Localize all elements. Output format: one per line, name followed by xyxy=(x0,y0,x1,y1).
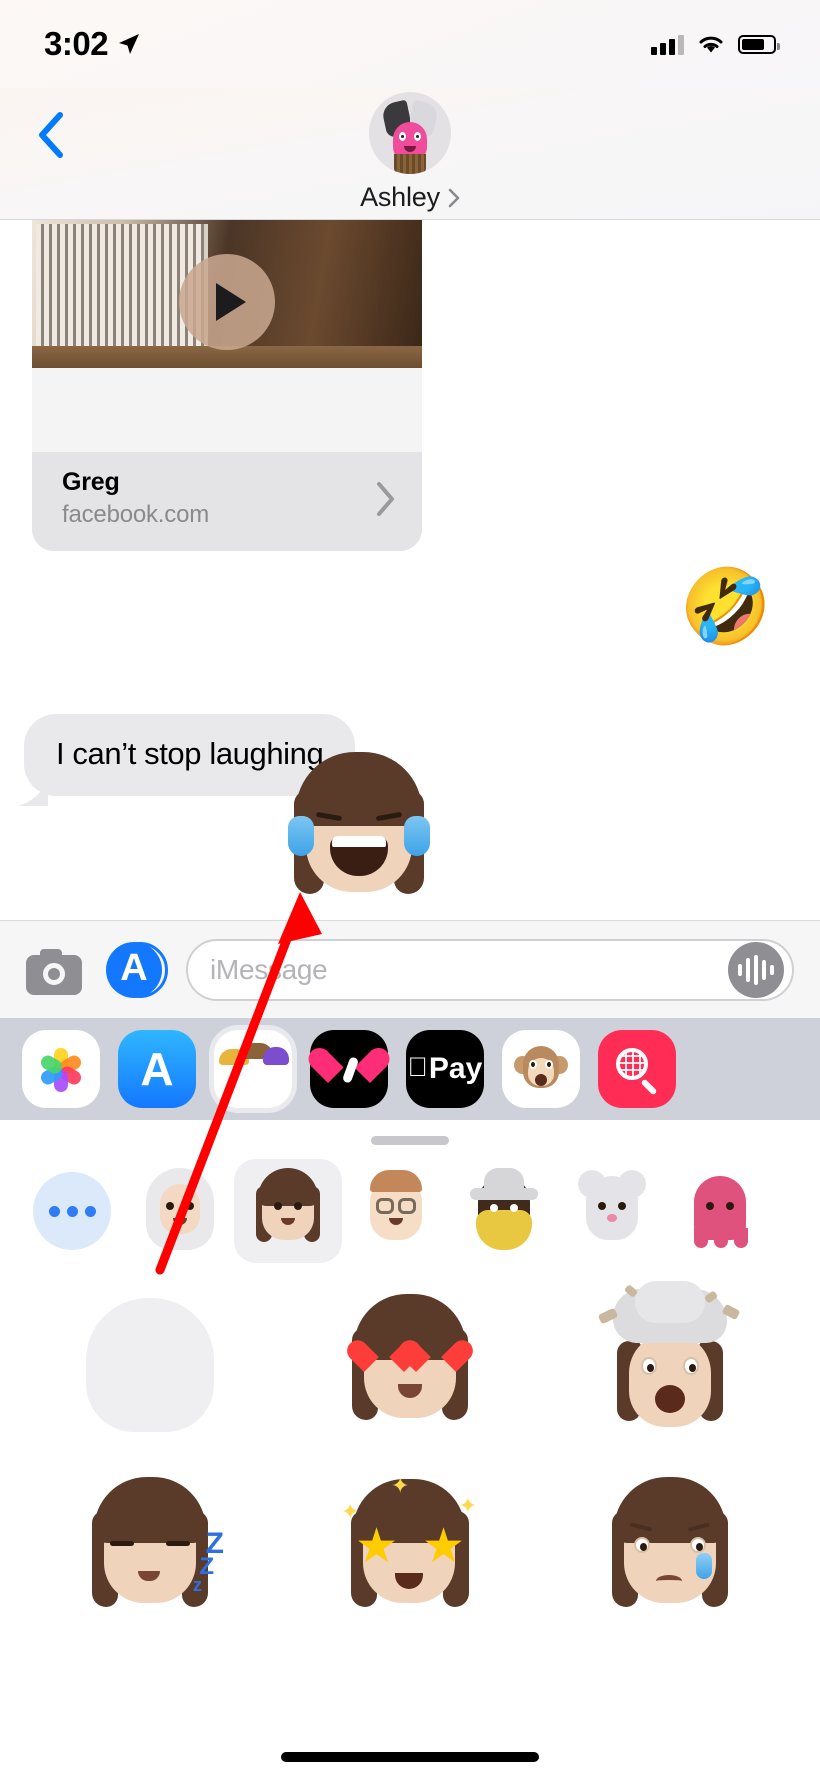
sticker-loading-shape xyxy=(86,1298,214,1432)
message-input-field[interactable]: iMessage xyxy=(186,938,794,1001)
drag-handle[interactable] xyxy=(371,1136,449,1145)
audio-waveform-icon[interactable] xyxy=(728,941,784,998)
memoji-character-selector[interactable] xyxy=(0,1145,820,1271)
sticker-grid[interactable]: ZZz ★ ★ ✦ ✦ ✦ xyxy=(0,1271,820,1637)
sticker-placeholder[interactable] xyxy=(20,1277,280,1453)
app-store-icon[interactable]: A xyxy=(106,941,168,998)
laughing-emoji-message[interactable]: 🤣 xyxy=(680,570,772,644)
status-bar: 3:02 xyxy=(0,0,820,88)
sticker-heart-eyes[interactable] xyxy=(280,1277,540,1453)
app-store-app-icon[interactable]: A xyxy=(118,1030,196,1108)
message-input-placeholder: iMessage xyxy=(210,953,328,985)
animoji-app-icon[interactable] xyxy=(502,1030,580,1108)
link-preview-bubble[interactable]: Greg facebook.com xyxy=(32,220,422,551)
chevron-right-icon xyxy=(377,481,394,516)
apple-logo-icon:  xyxy=(408,1053,428,1081)
status-time: 3:02 xyxy=(44,25,109,62)
dragged-memoji-sticker[interactable] xyxy=(282,752,436,910)
link-preview-body xyxy=(32,368,422,452)
memoji-character-bob[interactable] xyxy=(234,1159,342,1263)
location-arrow-icon xyxy=(119,34,140,54)
images-app-icon[interactable] xyxy=(598,1030,676,1108)
sticker-star-struck[interactable]: ★ ★ ✦ ✦ ✦ xyxy=(280,1461,540,1637)
chevron-right-icon xyxy=(448,188,460,207)
contact-name-row[interactable]: Ashley xyxy=(360,182,460,213)
photos-app-icon[interactable] xyxy=(22,1030,100,1108)
link-preview-footer[interactable]: Greg facebook.com xyxy=(32,452,422,551)
memoji-character-glasses[interactable] xyxy=(342,1159,450,1263)
animoji-character-octopus[interactable] xyxy=(666,1159,774,1263)
memoji-character-hat[interactable] xyxy=(450,1159,558,1263)
home-indicator xyxy=(281,1752,539,1762)
wifi-icon xyxy=(699,36,723,53)
link-preview-thumbnail[interactable] xyxy=(32,220,422,368)
iphone-screen: 3:02 Ashley Greg facebook.com 🤣 I can’t … xyxy=(0,0,820,1776)
sticker-sleeping[interactable]: ZZz xyxy=(20,1461,280,1637)
message-input-toolbar: A iMessage xyxy=(0,920,820,1018)
animoji-character-mouse[interactable] xyxy=(558,1159,666,1263)
avatar[interactable] xyxy=(369,92,451,174)
status-bar-left: 3:02 xyxy=(44,25,140,63)
navigation-bar: Ashley xyxy=(0,88,820,220)
imessage-app-drawer[interactable]: A  Pay xyxy=(0,1018,820,1120)
apple-pay-label: Pay xyxy=(418,1052,482,1085)
sticker-exploding-head[interactable] xyxy=(540,1277,800,1453)
sticker-crying[interactable] xyxy=(540,1461,800,1637)
memoji-character-hijab[interactable] xyxy=(126,1159,234,1263)
play-button-icon[interactable] xyxy=(179,254,275,350)
link-preview-domain: facebook.com xyxy=(62,501,210,528)
memoji-sticker-panel[interactable]: ZZz ★ ★ ✦ ✦ ✦ xyxy=(0,1120,820,1776)
battery-icon xyxy=(738,34,780,54)
digital-touch-app-icon[interactable] xyxy=(310,1030,388,1108)
cellular-signal-icon xyxy=(651,33,684,55)
ellipsis-icon xyxy=(33,1172,111,1250)
memoji-stickers-app-icon[interactable] xyxy=(214,1030,292,1108)
memoji-avatar-icon xyxy=(380,99,440,174)
more-memoji-button[interactable] xyxy=(18,1159,126,1263)
status-bar-right xyxy=(651,33,780,55)
contact-header[interactable]: Ashley xyxy=(0,92,820,213)
link-preview-title: Greg xyxy=(62,468,120,496)
link-preview-text: Greg facebook.com xyxy=(62,468,209,529)
contact-name: Ashley xyxy=(360,182,440,212)
camera-icon[interactable] xyxy=(26,947,82,995)
apple-pay-app-icon[interactable]:  Pay xyxy=(406,1030,484,1108)
